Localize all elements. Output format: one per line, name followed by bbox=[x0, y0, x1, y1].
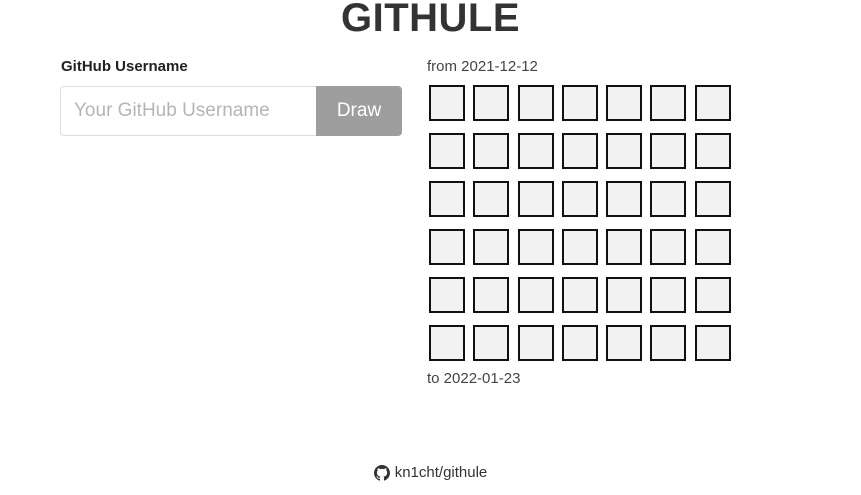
day-cell bbox=[473, 229, 510, 265]
day-cell bbox=[606, 181, 643, 217]
day-cell bbox=[650, 325, 687, 361]
username-label: GitHub Username bbox=[61, 58, 188, 75]
day-cell bbox=[517, 325, 554, 361]
username-input-group: Draw bbox=[60, 86, 402, 136]
day-cell bbox=[517, 181, 554, 217]
day-cell bbox=[473, 325, 510, 361]
contribution-grid bbox=[429, 85, 731, 361]
day-cell bbox=[429, 133, 465, 169]
day-cell bbox=[561, 133, 598, 169]
day-cell bbox=[517, 133, 554, 169]
draw-button[interactable]: Draw bbox=[316, 86, 402, 136]
day-cell bbox=[473, 85, 510, 121]
day-cell bbox=[429, 325, 465, 361]
app-title: GITHULE bbox=[340, 0, 521, 40]
day-cell bbox=[650, 133, 687, 169]
day-cell bbox=[561, 85, 598, 121]
day-cell bbox=[650, 85, 687, 121]
day-cell bbox=[429, 277, 465, 313]
day-cell bbox=[606, 229, 643, 265]
day-cell bbox=[473, 133, 510, 169]
day-cell bbox=[561, 181, 598, 217]
day-cell bbox=[561, 229, 598, 265]
date-to-label: to 2022-01-23 bbox=[427, 370, 521, 387]
footer: kn1cht/githule bbox=[0, 464, 861, 481]
day-cell bbox=[517, 85, 554, 121]
day-cell bbox=[473, 277, 510, 313]
day-cell bbox=[694, 277, 731, 313]
day-cell bbox=[561, 325, 598, 361]
day-cell bbox=[517, 277, 554, 313]
day-cell bbox=[694, 325, 731, 361]
day-cell bbox=[429, 85, 465, 121]
username-input[interactable] bbox=[60, 86, 316, 136]
day-cell bbox=[606, 277, 643, 313]
day-cell bbox=[650, 229, 687, 265]
day-cell bbox=[429, 229, 465, 265]
day-cell bbox=[517, 229, 554, 265]
repo-link[interactable]: kn1cht/githule bbox=[395, 464, 488, 481]
day-cell bbox=[650, 181, 687, 217]
day-cell bbox=[606, 133, 643, 169]
day-cell bbox=[694, 229, 731, 265]
day-cell bbox=[650, 277, 687, 313]
page: GITHULE GitHub Username Draw from 2021-1… bbox=[0, 0, 861, 495]
day-cell bbox=[694, 181, 731, 217]
date-from-label: from 2021-12-12 bbox=[427, 58, 538, 75]
day-cell bbox=[694, 85, 731, 121]
day-cell bbox=[606, 325, 643, 361]
day-cell bbox=[561, 277, 598, 313]
day-cell bbox=[606, 85, 643, 121]
day-cell bbox=[473, 181, 510, 217]
github-icon bbox=[373, 464, 390, 481]
day-cell bbox=[694, 133, 731, 169]
day-cell bbox=[429, 181, 465, 217]
